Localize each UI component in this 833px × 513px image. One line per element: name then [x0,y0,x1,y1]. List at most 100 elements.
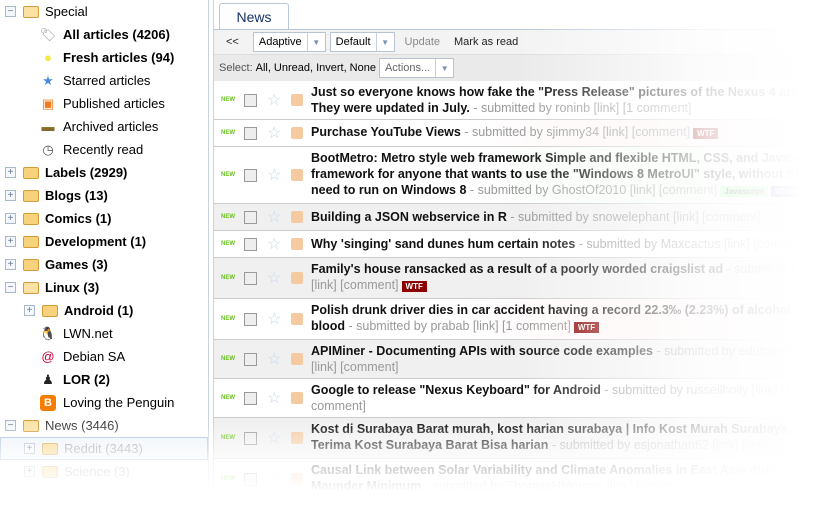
headline-title[interactable]: Family's house ransacked as a result of … [311,262,723,276]
select-checkbox[interactable] [244,93,257,107]
tree-item-label: Special [45,4,88,19]
expand-icon[interactable]: + [5,167,16,178]
publish-rss-icon[interactable] [291,127,303,139]
star-icon[interactable]: ☆ [267,349,283,369]
headline-title[interactable]: Why 'singing' sand dunes hum certain not… [311,237,575,251]
headline-row[interactable]: NEW ☆ Just so everyone knows how fake the … [214,81,833,120]
view-mode-select[interactable]: Adaptive ▼ [252,32,326,52]
mark-as-read-button[interactable]: Mark as read [454,36,518,48]
tree-item[interactable]: 🏷 All articles (4206) [40,23,170,46]
headline-row[interactable]: NEW ☆ Google to release "Nexus Keyboard" f… [214,379,833,418]
publish-rss-icon[interactable] [291,169,303,181]
tree-item[interactable]: B Loving the Penguin [40,391,174,414]
tree-item[interactable]: + Science (3) [24,460,130,483]
tree-item[interactable]: 🐧 LWN.net [40,322,113,345]
tree-item[interactable]: − Linux (3) [5,276,99,299]
publish-rss-icon[interactable] [291,392,303,404]
headline-row[interactable]: NEW ☆ APIMiner - Documenting APIs with sou… [214,340,833,379]
star-icon[interactable]: ☆ [267,207,283,227]
collapse-icon[interactable]: − [5,420,16,431]
publish-rss-icon[interactable] [291,313,303,325]
headline-row[interactable]: NEW ☆ Purchase YouTube Views - submitted b… [214,120,833,147]
select-invert-link[interactable]: Invert, [316,62,347,74]
headline-row[interactable]: NEW ☆ Polish drunk driver dies in car acci… [214,299,833,340]
update-button[interactable]: Update [405,36,440,48]
tree-item-label: LOR (2) [63,372,110,387]
publish-rss-icon[interactable] [291,473,303,485]
star-icon[interactable]: ☆ [267,234,283,254]
star-icon[interactable]: ☆ [267,90,283,110]
tree-item[interactable]: + Blogs (13) [5,184,108,207]
tree-item[interactable]: ▬ Archived articles [40,115,159,138]
collapse-sidebar-button[interactable]: << [226,36,239,48]
select-none-link[interactable]: None [350,62,376,74]
actions-select[interactable]: Actions... ▼ [378,58,455,78]
select-checkbox[interactable] [244,126,257,140]
select-checkbox[interactable] [244,312,257,326]
star-icon[interactable]: ☆ [267,388,283,408]
tree-item[interactable]: @ Debian SA [40,345,125,368]
select-checkbox[interactable] [244,352,257,366]
tree-item[interactable]: + Labels (2929) [5,161,127,184]
star-icon[interactable]: ☆ [267,309,283,329]
publish-rss-icon[interactable] [291,432,303,444]
tree-item[interactable]: ● Fresh articles (94) [40,46,174,69]
publish-rss-icon[interactable] [291,238,303,250]
chevron-down-icon: ▼ [435,59,453,77]
select-checkbox[interactable] [244,168,257,182]
expand-icon[interactable]: + [5,190,16,201]
star-icon[interactable]: ☆ [267,469,283,489]
headline-row[interactable]: NEW ☆ Why 'singing' sand dunes hum certain… [214,231,833,258]
expand-icon[interactable]: + [5,259,16,270]
tab-news[interactable]: News [219,3,289,30]
tree-item[interactable]: − News (3446) [5,414,119,437]
collapse-icon[interactable]: − [5,6,16,17]
collapse-icon[interactable]: − [5,282,16,293]
headline-row[interactable]: NEW ☆ Kost di Surabaya Barat murah, kost h… [214,418,833,459]
star-icon[interactable]: ☆ [267,268,283,288]
expand-icon[interactable]: + [24,305,35,316]
expand-icon[interactable]: + [5,213,16,224]
headline-title[interactable]: Building a JSON webservice in R [311,210,507,224]
headline-title[interactable]: Purchase YouTube Views [311,125,461,139]
star-icon[interactable]: ☆ [267,165,283,185]
tree-item[interactable]: ◷ Recently read [40,138,143,161]
star-icon: ★ [42,72,54,88]
tree-item-label: Development (1) [45,234,147,249]
select-checkbox[interactable] [244,472,257,486]
select-checkbox[interactable] [244,237,257,251]
tree-item[interactable]: + Comics (1) [5,207,111,230]
headline-row[interactable]: NEW ☆ BootMetro: Metro style web framework… [214,147,833,204]
expand-icon[interactable]: + [5,236,16,247]
headline-row[interactable]: NEW ☆ Building a JSON webservice in R - su… [214,204,833,231]
tree-item[interactable]: ★ Starred articles [40,69,150,92]
tree-item-label: LWN.net [63,326,113,341]
tree-item[interactable]: + Android (1) [24,299,133,322]
headline-title[interactable]: Google to release "Nexus Keyboard" for A… [311,383,601,397]
select-all-link[interactable]: All, [256,62,271,74]
publish-rss-icon[interactable] [291,272,303,284]
tree-item[interactable]: + Reddit (3443) [24,437,143,460]
order-select[interactable]: Default ▼ [329,32,395,52]
headline-title[interactable]: APIMiner - Documenting APIs with source … [311,344,653,358]
select-checkbox[interactable] [244,431,257,445]
select-checkbox[interactable] [244,271,257,285]
publish-rss-icon[interactable] [291,353,303,365]
tree-item[interactable]: ▣ Published articles [40,92,165,115]
star-icon[interactable]: ☆ [267,428,283,448]
select-checkbox[interactable] [244,210,257,224]
tree-item-label: Science (3) [64,464,130,479]
expand-icon[interactable]: + [24,466,35,477]
expand-icon[interactable]: + [24,443,35,454]
tree-item[interactable]: + Development (1) [5,230,146,253]
select-unread-link[interactable]: Unread, [274,62,313,74]
publish-rss-icon[interactable] [291,94,303,106]
publish-rss-icon[interactable] [291,211,303,223]
tree-item[interactable]: + Games (3) [5,253,108,276]
headline-row[interactable]: NEW ☆ Causal Link between Solar Variabilit… [214,459,833,500]
tree-item[interactable]: − Special [5,0,88,23]
star-icon[interactable]: ☆ [267,123,283,143]
select-checkbox[interactable] [244,391,257,405]
tree-item[interactable]: ♟ LOR (2) [40,368,110,391]
headline-row[interactable]: NEW ☆ Family's house ransacked as a result… [214,258,833,299]
